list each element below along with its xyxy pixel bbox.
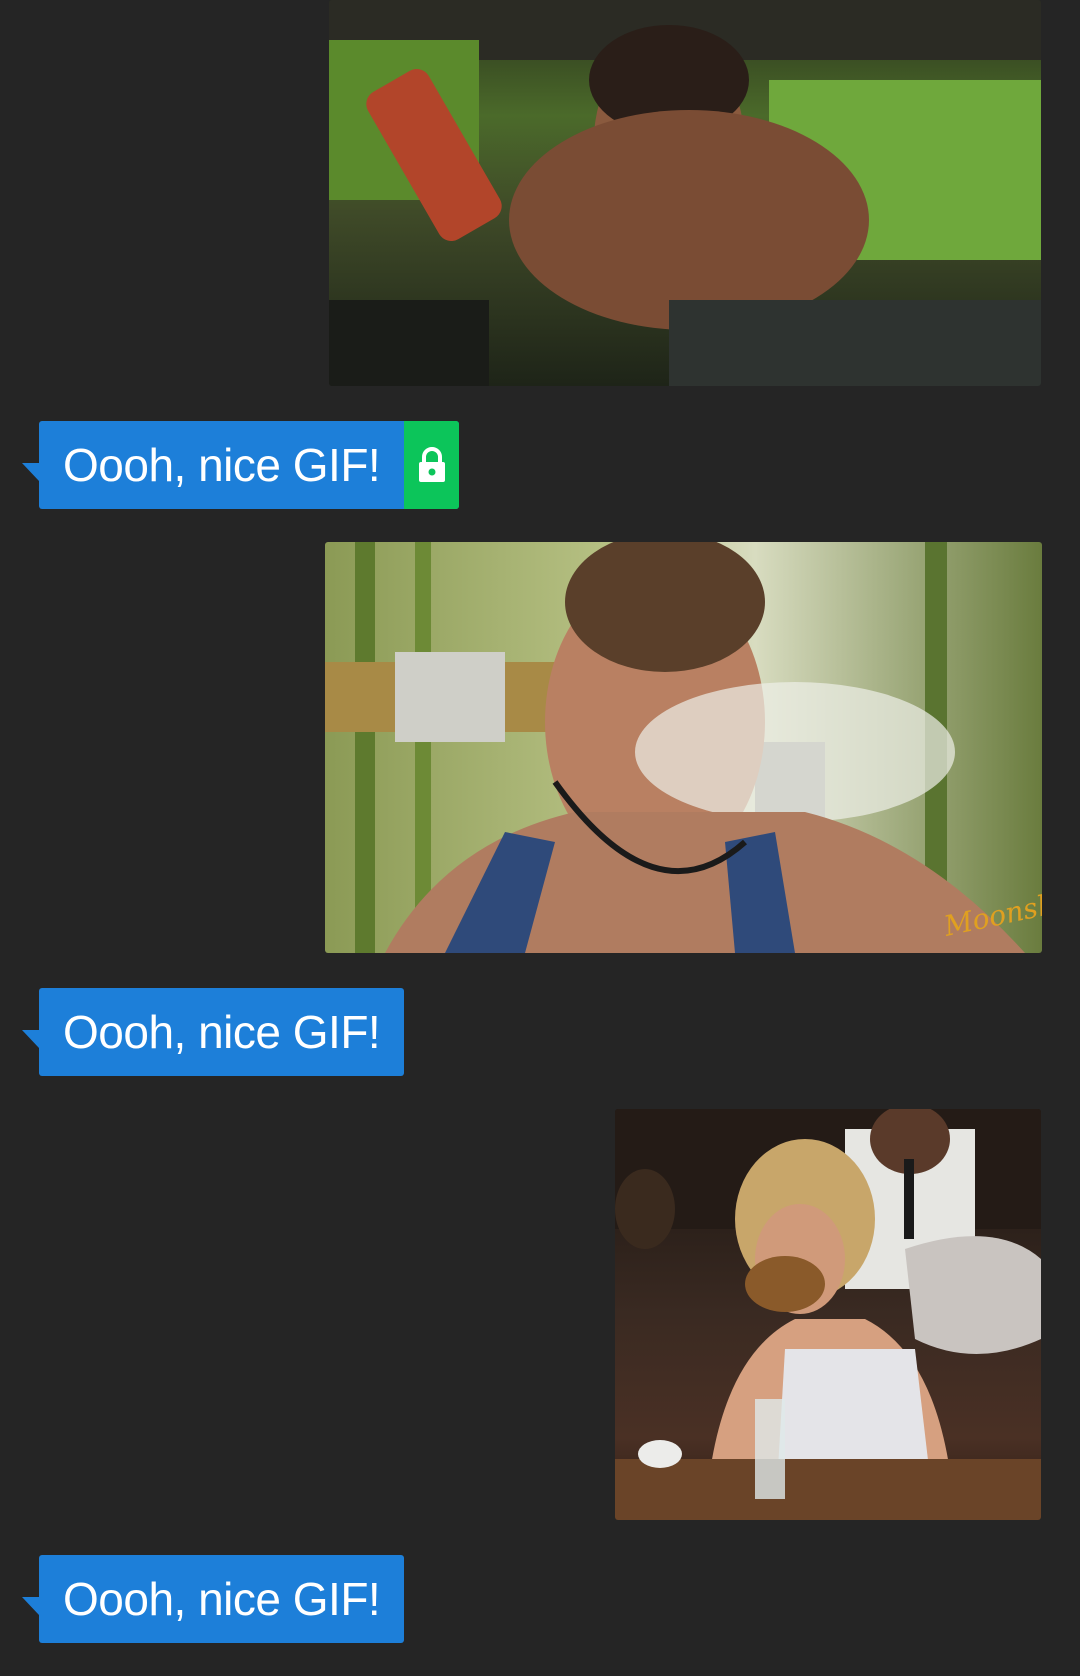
- sent-message-bubble[interactable]: Oooh, nice GIF!: [21, 988, 405, 1076]
- message-text: Oooh, nice GIF!: [63, 439, 381, 491]
- gif-image-1: [329, 0, 1041, 386]
- message-text: Oooh, nice GIF!: [63, 1006, 381, 1058]
- sent-message-bubble[interactable]: Oooh, nice GIF!: [21, 421, 460, 509]
- sent-message-bubble[interactable]: Oooh, nice GIF!: [21, 1555, 405, 1643]
- svg-text:Moonshiners: Moonshiners: [940, 872, 1042, 943]
- gif-image-3: [615, 1109, 1041, 1520]
- gif-message-3[interactable]: [615, 1109, 1041, 1520]
- gif-message-2[interactable]: Moonshiners: [325, 542, 1042, 953]
- lock-icon[interactable]: [404, 421, 460, 509]
- gif-image-2: Moonshiners: [325, 542, 1042, 953]
- gif-message-1[interactable]: [329, 0, 1041, 386]
- message-text: Oooh, nice GIF!: [63, 1573, 381, 1625]
